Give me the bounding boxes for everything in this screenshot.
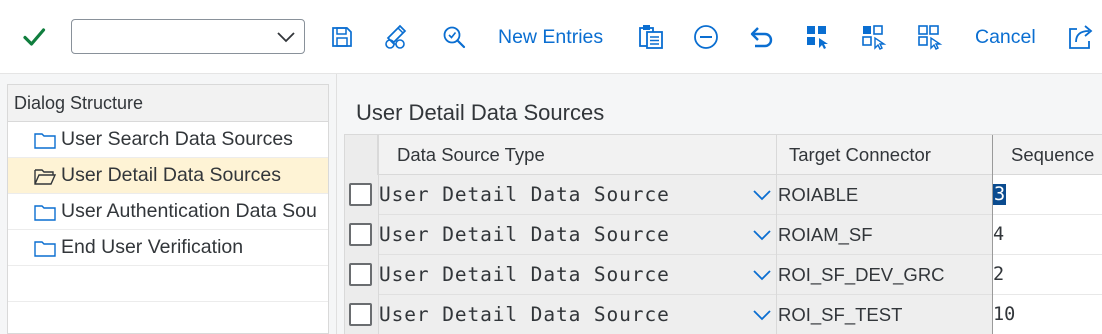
- tree-item-label: User Search Data Sources: [61, 128, 293, 150]
- target-connector-value: ROI_SF_DEV_GRC: [778, 263, 945, 285]
- tree-empty-row: [8, 266, 328, 302]
- folder-icon: [34, 241, 56, 257]
- table-row: User Detail Data Source ROIABLE 3: [345, 175, 1102, 215]
- tree-item-user-detail-data-sources[interactable]: User Detail Data Sources: [8, 158, 328, 194]
- select-block-icon: [862, 25, 887, 50]
- table-header: Data Source Type Target Connector Sequen…: [345, 135, 1102, 175]
- sequence-input[interactable]: 10: [993, 295, 1102, 334]
- table-row: User Detail Data Source ROIAM_SF 4: [345, 215, 1102, 255]
- save-button[interactable]: [328, 0, 356, 74]
- sequence-input[interactable]: 3: [993, 175, 1102, 215]
- tree-item-end-user-verification[interactable]: End User Verification: [8, 230, 328, 266]
- command-field[interactable]: [71, 19, 305, 54]
- target-connector-cell[interactable]: ROI_SF_TEST: [777, 295, 992, 334]
- undo-icon: [750, 27, 773, 48]
- deselect-all-button[interactable]: [916, 0, 944, 74]
- data-source-type-dropdown[interactable]: User Detail Data Source: [378, 295, 776, 334]
- data-table: Data Source Type Target Connector Sequen…: [344, 134, 1102, 334]
- target-connector-value: ROIABLE: [778, 183, 859, 205]
- row-checkbox[interactable]: [349, 223, 372, 246]
- panel-divider[interactable]: [336, 74, 337, 334]
- sequence-input[interactable]: 2: [993, 255, 1102, 295]
- new-entries-button[interactable]: New Entries: [498, 0, 603, 74]
- data-source-type-value: User Detail Data Source: [379, 183, 670, 206]
- select-block-button[interactable]: [860, 0, 888, 74]
- chevron-down-icon[interactable]: [752, 308, 772, 321]
- column-header-sequence[interactable]: Sequence: [1011, 135, 1094, 175]
- row-checkbox[interactable]: [349, 263, 372, 286]
- sequence-value: 4: [993, 224, 1005, 245]
- column-header-target-connector[interactable]: Target Connector: [789, 135, 931, 175]
- find-button[interactable]: [440, 0, 468, 74]
- column-header-data-source-type[interactable]: Data Source Type: [397, 135, 545, 175]
- dialog-structure-header: Dialog Structure: [8, 85, 328, 122]
- undo-button[interactable]: [748, 0, 776, 74]
- tree-item-label: User Detail Data Sources: [61, 164, 282, 186]
- dialog-structure-panel: Dialog Structure User Search Data Source…: [7, 84, 329, 334]
- chevron-down-icon[interactable]: [752, 188, 772, 201]
- export-button[interactable]: [1066, 0, 1096, 74]
- row-selector: [345, 255, 378, 295]
- tree-item-label: User Authentication Data Sou: [61, 200, 317, 222]
- select-all-icon: [807, 26, 828, 49]
- chevron-down-icon[interactable]: [752, 268, 772, 281]
- display-change-button[interactable]: [383, 0, 413, 74]
- data-source-type-dropdown[interactable]: User Detail Data Source: [378, 175, 776, 215]
- minus-circle-icon: [694, 25, 718, 49]
- folder-icon: [34, 133, 56, 149]
- enter-button[interactable]: [18, 0, 50, 74]
- page-title: User Detail Data Sources: [356, 100, 605, 125]
- tree-item-label: End User Verification: [61, 236, 244, 258]
- target-connector-value: ROIAM_SF: [778, 223, 873, 245]
- select-all-cell[interactable]: [345, 135, 378, 175]
- sequence-value: 3: [993, 184, 1007, 205]
- target-connector-cell[interactable]: ROI_SF_DEV_GRC: [777, 255, 992, 295]
- column-separator: [992, 135, 993, 334]
- row-checkbox[interactable]: [349, 183, 372, 206]
- target-connector-value: ROI_SF_TEST: [778, 303, 903, 325]
- tree-item-user-authentication-data-sources[interactable]: User Authentication Data Sou: [8, 194, 328, 230]
- data-source-type-value: User Detail Data Source: [379, 223, 670, 246]
- command-input[interactable]: [72, 20, 272, 53]
- checkmark-icon: [23, 28, 46, 46]
- sequence-value: 2: [993, 264, 1005, 285]
- column-separator: [776, 135, 777, 334]
- sequence-input[interactable]: 4: [993, 215, 1102, 255]
- select-all-button[interactable]: [804, 0, 832, 74]
- sequence-value: 10: [993, 304, 1016, 325]
- data-source-type-dropdown[interactable]: User Detail Data Source: [378, 215, 776, 255]
- chevron-down-icon[interactable]: [752, 228, 772, 241]
- table-row: User Detail Data Source ROI_SF_TEST 10: [345, 295, 1102, 334]
- data-source-type-dropdown[interactable]: User Detail Data Source: [378, 255, 776, 295]
- chevron-down-icon[interactable]: [276, 30, 296, 44]
- export-icon: [1069, 25, 1093, 49]
- target-connector-cell[interactable]: ROIAM_SF: [777, 215, 992, 255]
- row-selector: [345, 175, 378, 215]
- data-source-type-value: User Detail Data Source: [379, 263, 670, 286]
- cancel-button[interactable]: Cancel: [975, 0, 1036, 74]
- row-selector: [345, 215, 378, 255]
- copy-document-icon: [639, 25, 663, 49]
- target-connector-cell[interactable]: ROIABLE: [777, 175, 992, 215]
- row-checkbox[interactable]: [349, 303, 372, 326]
- table-row: User Detail Data Source ROI_SF_DEV_GRC 2: [345, 255, 1102, 295]
- toolbar: New Entries Cancel: [0, 0, 1102, 74]
- find-icon: [443, 26, 466, 49]
- copy-as-button[interactable]: [636, 0, 666, 74]
- folder-open-icon: [34, 169, 56, 185]
- column-separator: [378, 135, 379, 334]
- folder-icon: [34, 205, 56, 221]
- data-source-type-value: User Detail Data Source: [379, 303, 670, 326]
- delete-button[interactable]: [692, 0, 720, 74]
- deselect-all-icon: [918, 25, 943, 50]
- edit-glasses-icon: [385, 24, 407, 49]
- tree-item-user-search-data-sources[interactable]: User Search Data Sources: [8, 122, 328, 158]
- save-icon: [332, 27, 352, 47]
- row-selector: [345, 295, 378, 334]
